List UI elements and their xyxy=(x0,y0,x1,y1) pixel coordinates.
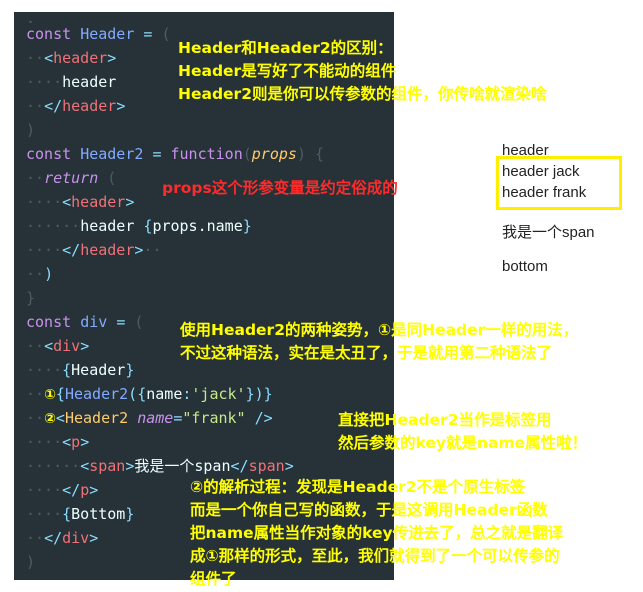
parse-line1: ②的解析过程：发现是Header2不是个原生标签 xyxy=(190,478,526,496)
code-line: const Header = ( xyxy=(26,25,171,43)
code-line: const Header2 = function(props) { xyxy=(26,145,325,163)
code-line: ··<div> xyxy=(26,337,90,355)
parse-line2: 而是一个你自己写的函数，于是这调用Header函数 xyxy=(190,501,548,519)
tag-line2: 然后参数的key就是name属性啦！ xyxy=(338,434,588,452)
code-line: } xyxy=(26,289,36,307)
parse-line3: 把name属性当作对象的key传进去了，总之就是翻译 xyxy=(190,524,564,542)
output-header-jack: header jack xyxy=(502,163,580,180)
usage-line1: 使用Header2的两种姿势，①是同Header一样的用法， xyxy=(180,321,579,339)
usage-line2: 不过这种语法，实在是太丑了，于是就用第二种语法了 xyxy=(180,344,553,362)
code-line: ····<p> xyxy=(26,433,90,451)
diff-line1: Header是写好了不能动的组件 xyxy=(178,62,397,80)
code-line: ··②<Header2 name="frank" /> xyxy=(26,409,273,427)
code-line: ····<header> xyxy=(26,193,135,211)
props-note: props这个形参变量是约定俗成的 xyxy=(162,179,398,197)
code-line: ····{Bottom} xyxy=(26,505,135,523)
code-line: ) xyxy=(26,121,36,139)
code-line: ··) xyxy=(26,265,54,283)
output-header-frank: header frank xyxy=(502,184,587,201)
code-line: ····</header>·· xyxy=(26,241,162,259)
parse-line5: 组件了 xyxy=(190,570,237,588)
diff-line2: Header2则是你可以传参数的组件，你传啥就渲染啥 xyxy=(178,85,547,103)
diff-title: Header和Header2的区别： xyxy=(178,39,393,57)
output-header: header xyxy=(502,142,549,159)
code-line: ····</p> xyxy=(26,481,99,499)
output-bottom: bottom xyxy=(502,258,548,275)
code-line: ··</header> xyxy=(26,97,126,115)
code-line: ····header xyxy=(26,73,117,91)
code-line: ··①{Header2({name:'jack'})} xyxy=(26,385,273,403)
parse-line4: 成①那样的形式，至此，我们就得到了一个可以传参的 xyxy=(190,547,560,565)
code-line: ··</div> xyxy=(26,529,99,547)
tag-line1: 直接把Header2当作是标签用 xyxy=(338,411,552,429)
code-line: ······<span>我是一个span</span> xyxy=(26,457,294,475)
code-line: ····{Header} xyxy=(26,361,135,379)
code-line: ··<header> xyxy=(26,49,117,67)
code-line: const div = ( xyxy=(26,313,144,331)
code-line: ) xyxy=(26,553,36,571)
code-line: ··return ( xyxy=(26,169,117,187)
code-line: ······header {props.name} xyxy=(26,217,252,235)
output-span: 我是一个span xyxy=(502,224,595,241)
